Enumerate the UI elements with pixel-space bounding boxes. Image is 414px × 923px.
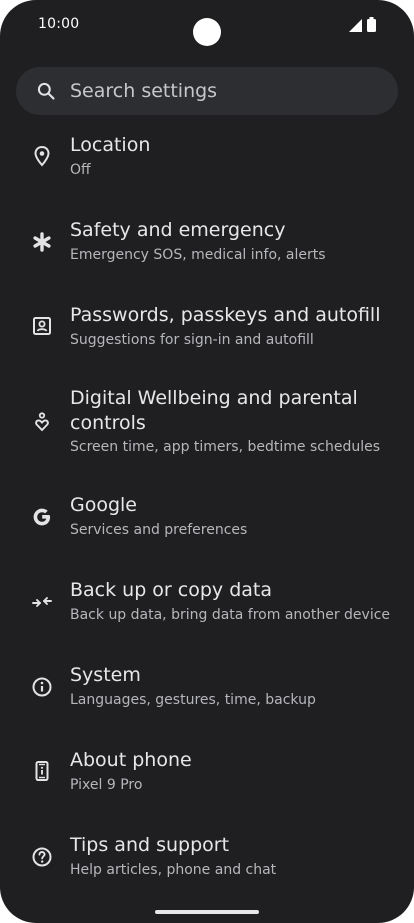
item-title: Tips and support xyxy=(70,834,230,856)
camera-cutout xyxy=(193,18,221,46)
help-question-icon xyxy=(32,847,52,867)
gesture-navigation-handle[interactable] xyxy=(155,910,259,914)
item-subtitle: Help articles, phone and chat xyxy=(70,862,277,878)
item-subtitle: Pixel 9 Pro xyxy=(70,777,143,793)
status-time: 10:00 xyxy=(38,16,80,32)
item-title: Passwords, passkeys and autofill xyxy=(70,304,381,326)
location-pin-icon xyxy=(34,145,50,167)
item-subtitle: Languages, gestures, time, backup xyxy=(70,692,316,708)
google-g-icon xyxy=(33,508,51,526)
item-subtitle: Off xyxy=(70,162,91,178)
settings-item-location[interactable]: Location Off xyxy=(0,128,414,188)
battery-icon xyxy=(367,17,376,32)
item-subtitle: Suggestions for sign-in and autofill xyxy=(70,332,314,348)
item-title: Safety and emergency xyxy=(70,219,286,241)
item-subtitle: Emergency SOS, medical info, alerts xyxy=(70,247,326,263)
settings-screen: 10:00 Search settings Location Off Safet… xyxy=(0,0,414,923)
signal-icon xyxy=(349,19,362,32)
passwords-icon xyxy=(33,317,51,335)
item-title: System xyxy=(70,664,141,686)
wellbeing-icon xyxy=(35,412,49,432)
backup-arrows-icon xyxy=(32,597,52,607)
settings-item-safety[interactable]: Safety and emergency Emergency SOS, medi… xyxy=(0,213,414,273)
item-title: About phone xyxy=(70,749,192,771)
phone-info-icon xyxy=(35,761,49,781)
settings-item-tips-support[interactable]: Tips and support Help articles, phone an… xyxy=(0,828,414,888)
item-subtitle: Back up data, bring data from another de… xyxy=(70,607,391,623)
status-bar: 10:00 xyxy=(0,0,414,50)
search-placeholder: Search settings xyxy=(70,80,218,102)
settings-item-backup[interactable]: Back up or copy data Back up data, bring… xyxy=(0,573,414,633)
settings-item-digital-wellbeing[interactable]: Digital Wellbeing and parental controls … xyxy=(0,383,414,463)
search-bar[interactable]: Search settings xyxy=(16,67,398,115)
settings-item-passwords[interactable]: Passwords, passkeys and autofill Suggest… xyxy=(0,298,414,358)
asterisk-icon xyxy=(33,232,51,252)
item-subtitle: Services and preferences xyxy=(70,522,248,538)
item-title: Digital Wellbeing and parental controls xyxy=(70,387,358,434)
settings-item-google[interactable]: Google Services and preferences xyxy=(0,488,414,548)
settings-item-about-phone[interactable]: About phone Pixel 9 Pro xyxy=(0,743,414,803)
item-title: Google xyxy=(70,494,138,516)
item-title: Location xyxy=(70,134,151,156)
settings-item-system[interactable]: System Languages, gestures, time, backup xyxy=(0,658,414,718)
info-icon xyxy=(32,677,52,697)
item-subtitle: Screen time, app timers, bedtime schedul… xyxy=(70,439,380,455)
item-title: Back up or copy data xyxy=(70,579,272,601)
search-icon xyxy=(37,82,55,100)
